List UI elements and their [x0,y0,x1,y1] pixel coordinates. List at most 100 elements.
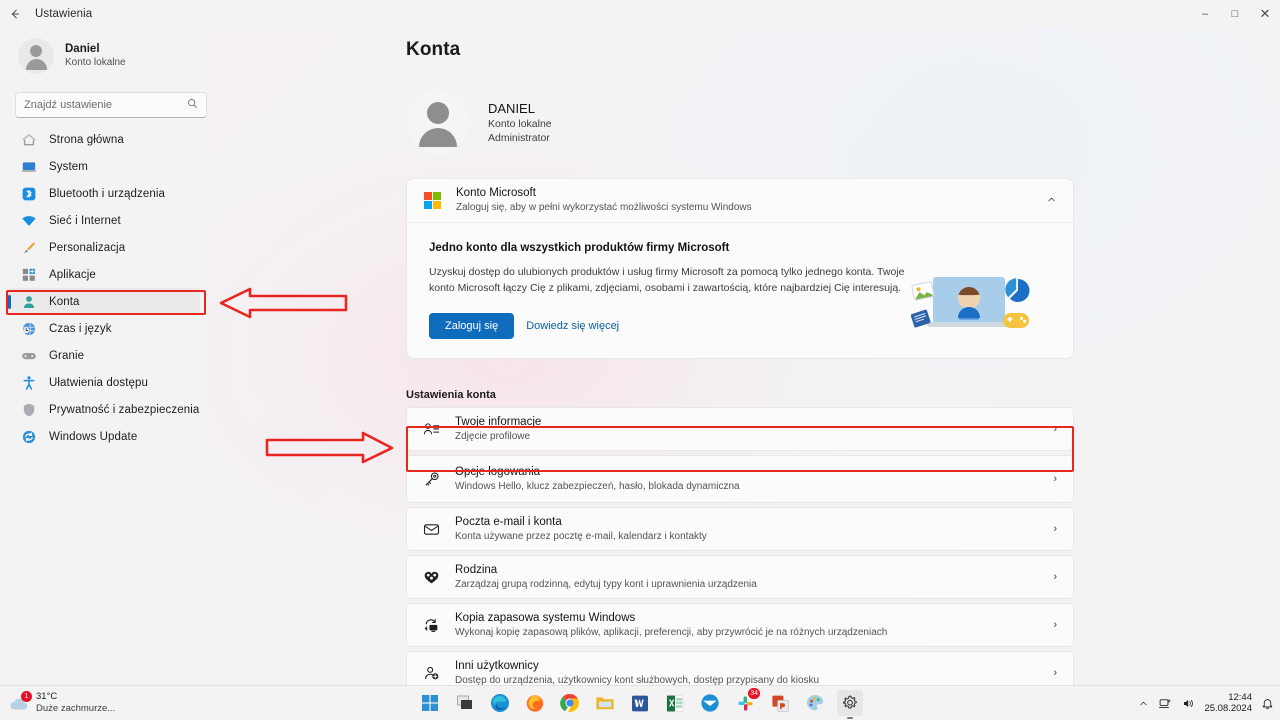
chrome-icon [560,693,579,712]
task-view-button[interactable] [452,690,478,716]
add-user-icon [421,665,441,682]
microsoft-excel-button[interactable] [662,690,688,716]
key-icon [421,471,441,488]
microsoft-account-illustration [910,273,1031,335]
google-chrome-button[interactable] [557,690,583,716]
sidebar-item-ulatwienia-dostepu[interactable]: Ułatwienia dostępu [8,369,200,396]
list-item-subtitle: Windows Hello, klucz zabezpieczeń, hasło… [455,480,740,492]
list-item-subtitle: Dostęp do urządzenia, użytkownicy kont s… [455,674,820,686]
sidebar-item-label: Granie [49,349,85,362]
search-input[interactable] [24,99,187,111]
thunderbird-icon [701,694,719,712]
sign-in-button[interactable]: Zaloguj się [429,313,515,339]
sidebar-item-bluetooth[interactable]: Bluetooth i urządzenia [8,180,200,207]
page-title: Konta [406,39,461,60]
list-item-title: Kopia zapasowa systemu Windows [455,611,636,624]
sidebar-item-granie[interactable]: Granie [8,342,200,369]
sidebar-item-aplikacje[interactable]: Aplikacje [8,261,200,288]
sidebar-item-prywatnosc[interactable]: Prywatność i zabezpieczenia [8,396,200,423]
mail-icon [421,521,441,538]
search-box[interactable] [15,92,207,118]
sidebar-item-label: Sieć i Internet [49,214,121,227]
sidebar-item-label: Bluetooth i urządzenia [49,187,165,200]
file-explorer-button[interactable] [592,690,618,716]
window-title-bar: Ustawienia – □ ✕ [0,0,1280,28]
sidebar-item-label: Windows Update [49,430,138,443]
windows-logo-icon [422,695,438,711]
close-button[interactable]: ✕ [1250,0,1280,28]
list-item-title: Inni użytkownicy [455,659,539,672]
powerpoint-button[interactable] [767,690,793,716]
bluetooth-icon [21,186,37,202]
chevron-right-icon: › [1053,473,1057,485]
home-icon [21,132,37,148]
settings-button[interactable] [837,690,863,719]
list-item-twoje-informacje[interactable]: Twoje informacje Zdjęcie profilowe › [406,407,1074,451]
clock-globe-icon [21,321,37,337]
edge-icon [491,694,509,712]
sidebar-item-strona-glowna[interactable]: Strona główna [8,126,200,153]
list-item-subtitle: Konta używane przez pocztę e-mail, kalen… [455,530,707,542]
sidebar-item-personalizacja[interactable]: Personalizacja [8,234,200,261]
chevron-up-icon[interactable] [1046,194,1057,208]
sidebar-item-label: System [49,160,88,173]
microsoft-account-card: Konto Microsoft Zaloguj się, aby w pełni… [406,178,1074,359]
word-icon [632,695,648,711]
sidebar-item-konta[interactable]: Konta [8,288,200,315]
list-item-kopia-zapasowa[interactable]: Kopia zapasowa systemu Windows Wykonaj k… [406,603,1074,647]
microsoft-word-button[interactable] [627,690,653,716]
account-role: Administrator [488,131,550,144]
account-hero: DANIEL Konto lokalne Administrator [406,90,552,154]
thunderbird-button[interactable] [697,690,723,716]
paint-icon [807,695,823,711]
account-settings-list: Twoje informacje Zdjęcie profilowe › Opc… [406,407,1074,685]
sidebar-item-label: Konta [49,295,80,308]
network-icon[interactable] [1158,697,1172,710]
clock[interactable]: 12:44 25.08.2024 [1204,692,1252,714]
paint-button[interactable] [802,690,828,716]
list-item-opcje-logowania[interactable]: Opcje logowania Windows Hello, klucz zab… [406,455,1074,503]
list-item-poczta-email-i-konta[interactable]: Poczta e-mail i konta Konta używane prze… [406,507,1074,551]
sidebar-item-label: Prywatność i zabezpieczenia [49,403,200,416]
list-item-rodzina[interactable]: Rodzina Zarządzaj grupą rodzinną, edytuj… [406,555,1074,599]
card-title: Konto Microsoft [456,187,536,199]
sidebar-item-system[interactable]: System [8,153,200,180]
section-label: Ustawienia konta [406,389,496,401]
microsoft-account-card-header[interactable]: Konto Microsoft Zaloguj się, aby w pełni… [407,179,1073,223]
clock-date: 25.08.2024 [1204,703,1252,714]
sidebar-item-label: Strona główna [49,133,124,146]
sidebar-item-label: Personalizacja [49,241,126,254]
update-icon [21,429,37,445]
start-button[interactable] [417,690,443,716]
account-type: Konto lokalne [488,117,552,130]
chevron-right-icon: › [1053,571,1057,583]
list-item-inni-uzytkownicy[interactable]: Inni użytkownicy Dostęp do urządzenia, u… [406,651,1074,685]
firefox-button[interactable] [522,690,548,716]
sidebar-item-siec-internet[interactable]: Sieć i Internet [8,207,200,234]
app-running-indicator [847,717,853,719]
excel-icon [666,694,684,712]
apps-icon [21,267,37,283]
profile-subtitle: Konto lokalne [65,57,126,68]
slack-button[interactable]: 34 [732,688,760,716]
list-item-title: Twoje informacje [455,415,542,428]
chevron-up-tray-icon[interactable] [1138,698,1149,709]
microsoft-edge-button[interactable] [487,690,513,716]
sidebar-item-windows-update[interactable]: Windows Update [8,423,200,450]
maximize-button[interactable]: □ [1220,0,1250,28]
microsoft-account-card-body: Jedno konto dla wszystkich produktów fir… [407,223,1073,358]
back-arrow-icon[interactable] [0,0,30,28]
account-name: DANIEL [488,100,535,116]
sidebar-nav: Strona główna System Bluetooth i urządze… [8,126,200,450]
volume-icon[interactable] [1181,697,1195,710]
firefox-icon [526,695,544,712]
gamepad-icon [21,348,37,364]
chevron-right-icon: › [1053,667,1057,679]
chevron-right-icon: › [1053,423,1057,435]
sidebar-item-czas-i-jezyk[interactable]: Czas i język [8,315,200,342]
notification-bell-icon[interactable] [1261,697,1274,710]
learn-more-link[interactable]: Dowiedz się więcej [526,320,619,332]
sidebar-profile[interactable]: Daniel Konto lokalne [8,28,200,82]
minimize-button[interactable]: – [1190,0,1220,28]
list-item-subtitle: Wykonaj kopię zapasową plików, aplikacji… [455,626,888,638]
